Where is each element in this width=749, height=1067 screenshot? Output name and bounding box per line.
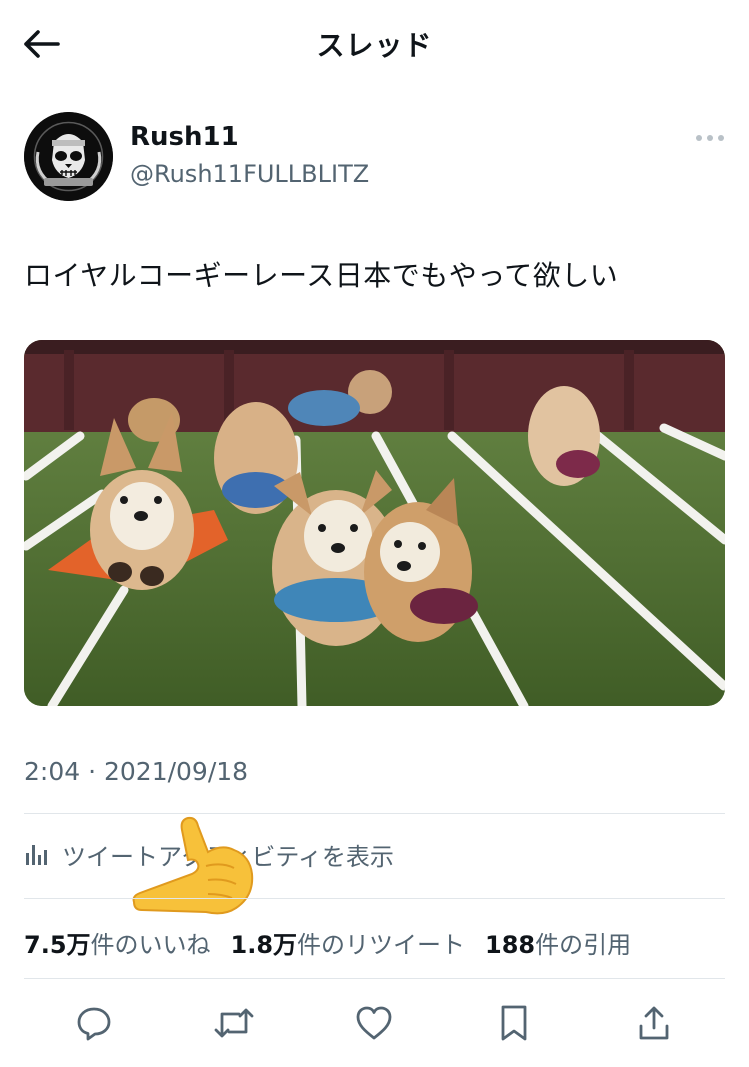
retweets-count: 1.8万: [230, 930, 298, 959]
pointing-hand-emoji: [130, 816, 258, 920]
retweet-icon: [214, 1008, 254, 1038]
share-icon: [639, 1006, 669, 1040]
avatar[interactable]: [24, 112, 113, 201]
divider: [24, 898, 725, 899]
bar-chart-icon: [26, 845, 47, 865]
likes-count: 7.5万: [24, 930, 91, 959]
tweet-photo[interactable]: [24, 340, 725, 706]
top-bar: スレッド: [0, 0, 749, 88]
author-display-name[interactable]: Rush11: [130, 122, 239, 152]
bookmark-button[interactable]: [492, 996, 536, 1050]
page-title: スレッド: [316, 29, 433, 62]
bookmark-icon: [501, 1005, 527, 1041]
more-options-button[interactable]: [690, 126, 730, 150]
action-bar: [24, 996, 725, 1050]
engagement-stats: 7.5万 件のいいね 1.8万 件のリツイート 188 件の引用: [24, 922, 651, 962]
avatar-skull-icon: [24, 112, 113, 201]
reply-icon: [77, 1007, 111, 1041]
author-handle[interactable]: @Rush11FULLBLITZ: [130, 160, 369, 188]
divider: [24, 813, 725, 814]
quotes-count: 188: [485, 930, 536, 959]
retweets-label: 件のリツイート: [297, 930, 466, 959]
heart-icon: [356, 1006, 392, 1040]
like-button[interactable]: [352, 996, 396, 1050]
tweet-text: ロイヤルコーギーレース日本でもやって欲しい: [24, 259, 619, 292]
likes-label: 件のいいね: [90, 930, 211, 959]
corgi-race-photo: [24, 340, 725, 706]
pointing-hand-icon: [132, 816, 254, 915]
likes-stat[interactable]: 7.5万 件のいいね: [24, 925, 211, 960]
more-dots-icon: [696, 135, 724, 141]
tweet-timestamp[interactable]: 2:04 · 2021/09/18: [24, 757, 248, 786]
reply-button[interactable]: [72, 996, 116, 1050]
divider: [24, 978, 725, 979]
retweet-button[interactable]: [212, 996, 256, 1050]
quotes-label: 件の引用: [535, 930, 632, 959]
quotes-stat[interactable]: 188 件の引用: [485, 925, 631, 960]
retweets-stat[interactable]: 1.8万 件のリツイート: [231, 925, 466, 960]
share-button[interactable]: [632, 996, 676, 1050]
